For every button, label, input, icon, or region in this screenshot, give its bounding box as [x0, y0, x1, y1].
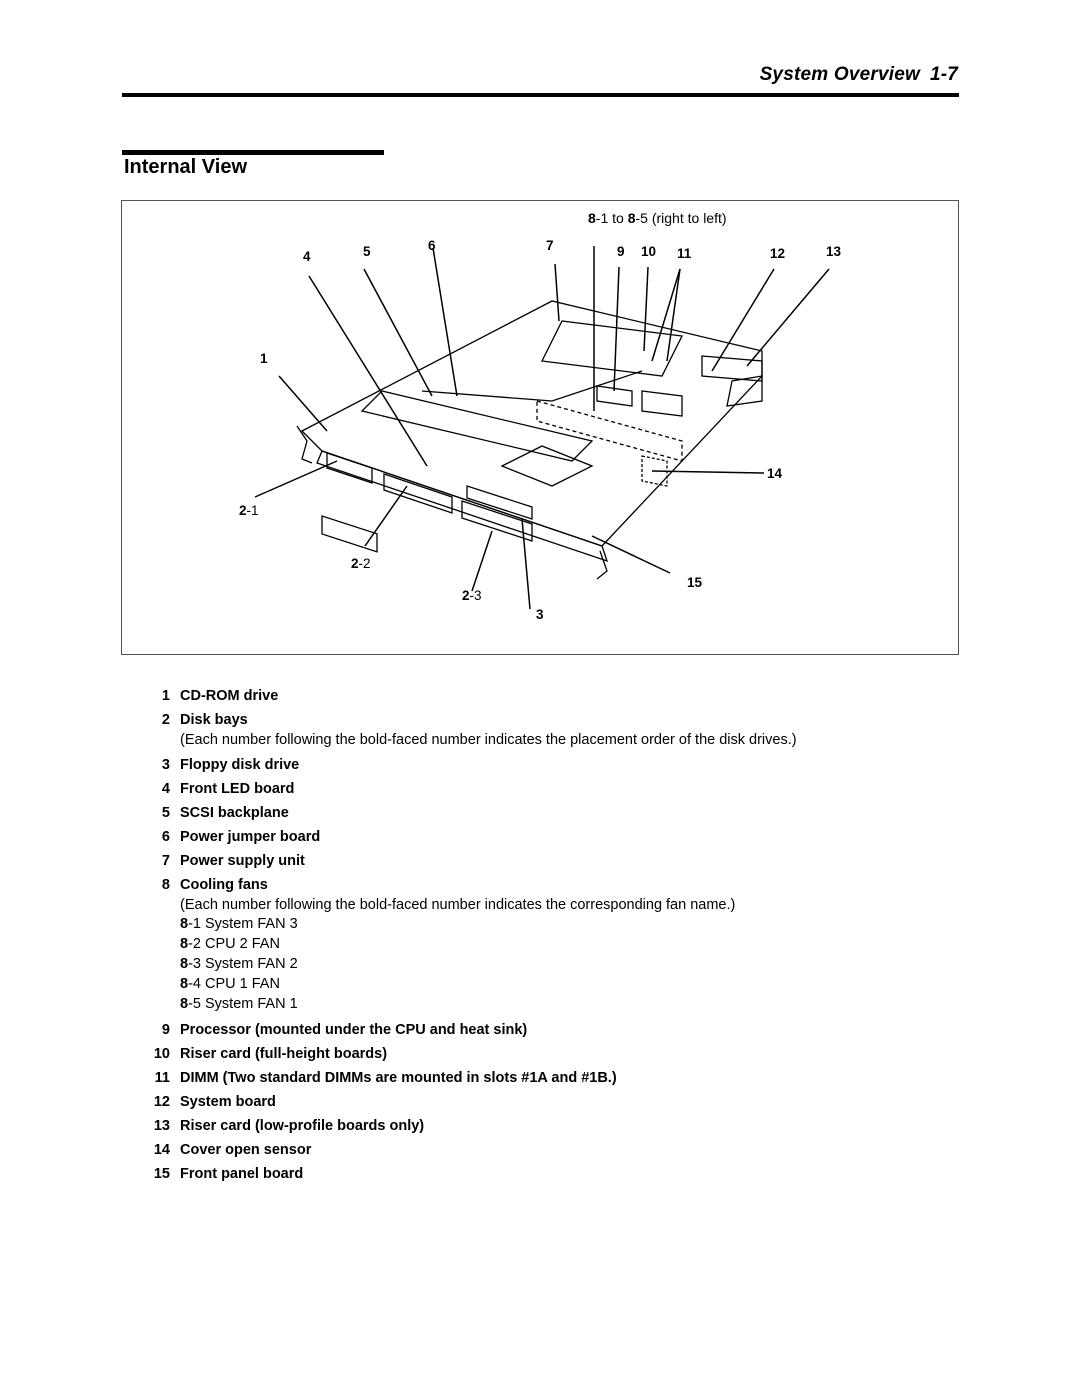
callout-2-2: 2-2	[351, 556, 371, 571]
legend-item: 6 Power jumper board	[161, 829, 321, 845]
leader-13	[746, 268, 830, 367]
header-rule	[122, 93, 959, 97]
leader-3	[521, 518, 531, 610]
callout-4: 4	[303, 249, 311, 264]
leader-5	[363, 268, 433, 397]
callout-11: 11	[677, 246, 692, 261]
leader-10	[643, 266, 649, 352]
callout-9: 9	[617, 244, 625, 259]
callout-2-1: 2-1	[239, 503, 259, 518]
running-header: System Overview 1-7	[760, 64, 958, 86]
callout-6: 6	[428, 238, 436, 253]
internal-view-figure: 8-1 to 8-5 (right to left) 1 2-1 2-2 2-3…	[121, 200, 959, 655]
fan-subitem: 8-2 CPU 2 FAN	[180, 936, 280, 952]
legend-item: 1 CD-ROM drive	[161, 688, 279, 704]
floppy-bay	[466, 485, 533, 520]
fan-range-caption: 8-1 to 8-5 (right to left)	[588, 210, 727, 226]
callout-10: 10	[641, 244, 657, 259]
legend-item: 3 Floppy disk drive	[161, 757, 300, 773]
leader-2-1	[254, 460, 338, 498]
leader-4	[308, 275, 428, 467]
scsi-backplane	[360, 390, 594, 462]
fan-subitem: 8-5 System FAN 1	[180, 996, 298, 1012]
disk-bay-2-2	[383, 473, 453, 514]
legend-item: 5 SCSI backplane	[161, 805, 289, 821]
leader-12	[711, 268, 775, 372]
callout-5: 5	[363, 244, 371, 259]
fan-subitem: 8-4 CPU 1 FAN	[180, 976, 280, 992]
legend-item: 11 DIMM (Two standard DIMMs are mounted i…	[154, 1070, 617, 1086]
server-chassis-illustration	[254, 246, 830, 610]
left-ear	[296, 425, 313, 464]
legend-item: 7 Power supply unit	[161, 853, 305, 869]
callout-12: 12	[770, 246, 786, 261]
callout-13: 13	[826, 244, 842, 259]
page-number: 1-7	[929, 64, 958, 85]
leader-9	[613, 266, 620, 392]
callout-2-3: 2-3	[462, 588, 482, 603]
component-legend: 1 CD-ROM drive 2 Disk bays (Each number fol…	[140, 688, 840, 1190]
leader-2-2	[364, 485, 408, 547]
legend-item: 15 Front panel board	[153, 1166, 304, 1182]
heatsink-2	[641, 390, 683, 417]
legend-item: 13 Riser card (low-profile boards only)	[153, 1118, 425, 1134]
section-title: Internal View	[124, 156, 248, 178]
leader-15	[591, 535, 671, 574]
callout-15: 15	[687, 575, 703, 590]
callout-7: 7	[546, 238, 554, 253]
leader-2-3	[471, 530, 493, 592]
legend-item: 10 Riser card (full-height boards)	[153, 1046, 388, 1062]
chassis-drawing	[296, 300, 763, 580]
legend-item: 4 Front LED board	[161, 781, 295, 797]
legend-item: 12 System board	[153, 1094, 276, 1110]
section-rule	[122, 150, 384, 155]
legend-item: 14 Cover open sensor	[153, 1142, 312, 1158]
callout-3: 3	[536, 607, 544, 622]
fan-subitem: 8-1 System FAN 3	[180, 916, 298, 932]
leader-1	[278, 375, 328, 432]
fan-subitem: 8-3 System FAN 2	[180, 956, 298, 972]
legend-item: 2 Disk bays (Each number following the bol…	[161, 712, 797, 748]
callout-1: 1	[260, 351, 268, 366]
cd-tray	[500, 445, 594, 487]
legend-note: (Each number following the bold-faced nu…	[180, 897, 736, 913]
disk-bay-1	[321, 515, 378, 553]
running-title: System Overview	[759, 64, 920, 85]
leader-14	[651, 470, 765, 474]
legend-item: 9 Processor (mounted under the CPU and he…	[161, 1022, 528, 1038]
leader-lines	[254, 246, 830, 610]
leader-11b	[666, 268, 681, 362]
leader-6	[432, 247, 458, 397]
legend-note: (Each number following the bold-faced nu…	[180, 732, 797, 748]
callout-14: 14	[767, 466, 783, 481]
legend-item: 8 Cooling fans (Each number following th…	[161, 877, 736, 1012]
leader-7	[554, 263, 560, 322]
